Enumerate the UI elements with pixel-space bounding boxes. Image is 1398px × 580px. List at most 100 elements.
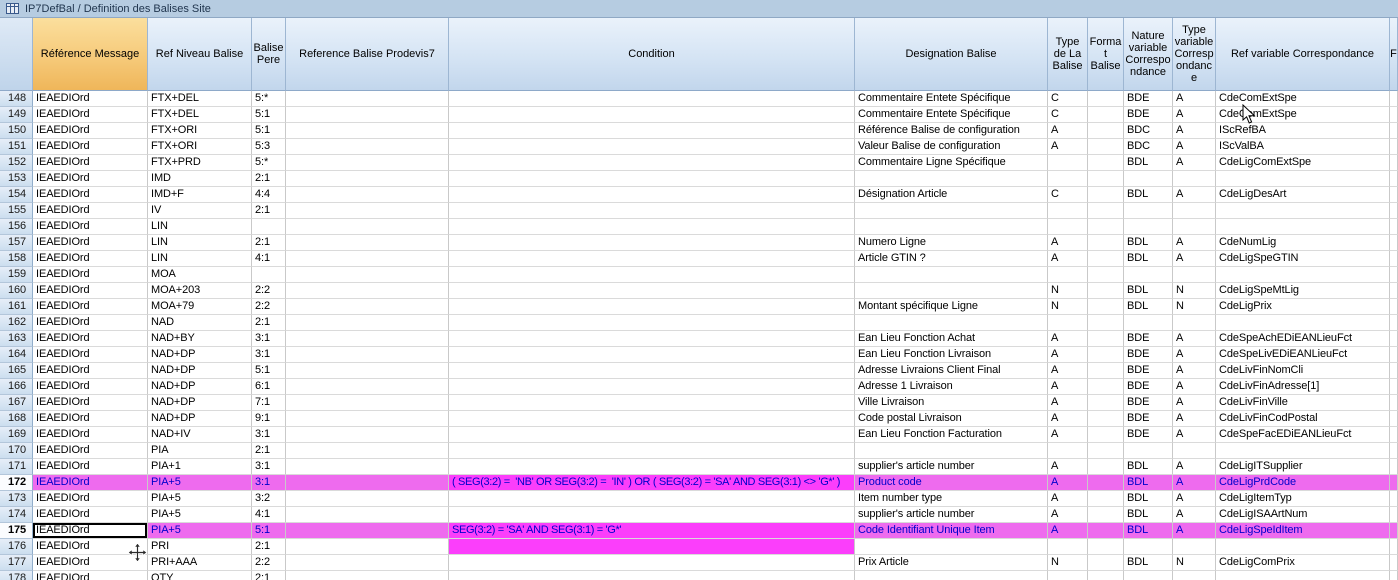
cell-condition[interactable] (449, 267, 855, 283)
cell-ref_message[interactable]: IEAEDIOrd (33, 171, 148, 187)
row-header-170[interactable]: 170 (0, 443, 33, 459)
cell-ref_balise_prodevis7[interactable] (286, 459, 449, 475)
cell-ref_niveau_balise[interactable]: NAD+DP (148, 395, 252, 411)
cell-ref_variable_correspondance[interactable]: CdeLigComPrix (1216, 555, 1390, 571)
row-header-159[interactable]: 159 (0, 267, 33, 283)
cell-ref_balise_prodevis7[interactable] (286, 283, 449, 299)
cell-type_de_la_balise[interactable]: A (1048, 139, 1088, 155)
cell-balise_pere[interactable]: 2:2 (252, 555, 286, 571)
cell-nature_variable_correspondance[interactable]: BDL (1124, 251, 1173, 267)
cell-type_de_la_balise[interactable]: A (1048, 427, 1088, 443)
cell-format_balise[interactable] (1088, 187, 1124, 203)
cell-type_de_la_balise[interactable] (1048, 219, 1088, 235)
cell-ref_variable_correspondance[interactable] (1216, 443, 1390, 459)
cell-type_variable_correspondance[interactable]: A (1173, 187, 1216, 203)
cell-type_variable_correspondance[interactable]: N (1173, 555, 1216, 571)
cell-ref_message[interactable]: IEAEDIOrd (33, 539, 148, 555)
cell-ref_balise_prodevis7[interactable] (286, 443, 449, 459)
row-header-150[interactable]: 150 (0, 123, 33, 139)
cell-type_de_la_balise[interactable]: C (1048, 107, 1088, 123)
cell-f[interactable] (1390, 347, 1398, 363)
row-header-175[interactable]: 175 (0, 523, 33, 539)
cell-format_balise[interactable] (1088, 315, 1124, 331)
cell-balise_pere[interactable]: 9:1 (252, 411, 286, 427)
cell-nature_variable_correspondance[interactable]: BDE (1124, 331, 1173, 347)
cell-format_balise[interactable] (1088, 443, 1124, 459)
cell-balise_pere[interactable] (252, 219, 286, 235)
cell-balise_pere[interactable]: 3:1 (252, 475, 286, 491)
cell-format_balise[interactable] (1088, 283, 1124, 299)
cell-type_variable_correspondance[interactable]: A (1173, 235, 1216, 251)
row-header-172[interactable]: 172 (0, 475, 33, 491)
row-header-149[interactable]: 149 (0, 107, 33, 123)
cell-f[interactable] (1390, 283, 1398, 299)
column-header-condition[interactable]: Condition (449, 18, 855, 91)
cell-balise_pere[interactable] (252, 267, 286, 283)
cell-f[interactable] (1390, 251, 1398, 267)
cell-condition[interactable] (449, 203, 855, 219)
cell-ref_niveau_balise[interactable]: PIA+5 (148, 507, 252, 523)
cell-condition[interactable] (449, 123, 855, 139)
cell-type_de_la_balise[interactable] (1048, 155, 1088, 171)
cell-nature_variable_correspondance[interactable]: BDE (1124, 427, 1173, 443)
cell-format_balise[interactable] (1088, 91, 1124, 107)
cell-ref_message[interactable]: IEAEDIOrd (33, 331, 148, 347)
row-header-156[interactable]: 156 (0, 219, 33, 235)
cell-format_balise[interactable] (1088, 171, 1124, 187)
cell-type_variable_correspondance[interactable] (1173, 203, 1216, 219)
cell-ref_message[interactable]: IEAEDIOrd (33, 555, 148, 571)
cell-nature_variable_correspondance[interactable]: BDL (1124, 235, 1173, 251)
cell-ref_balise_prodevis7[interactable] (286, 139, 449, 155)
cell-condition[interactable] (449, 507, 855, 523)
cell-condition[interactable] (449, 395, 855, 411)
cell-ref_message[interactable]: IEAEDIOrd (33, 507, 148, 523)
cell-ref_niveau_balise[interactable]: FTX+DEL (148, 91, 252, 107)
cell-condition[interactable] (449, 491, 855, 507)
cell-ref_niveau_balise[interactable]: NAD+DP (148, 363, 252, 379)
cell-condition[interactable] (449, 363, 855, 379)
cell-format_balise[interactable] (1088, 507, 1124, 523)
cell-nature_variable_correspondance[interactable]: BDL (1124, 187, 1173, 203)
cell-ref_niveau_balise[interactable]: MOA (148, 267, 252, 283)
cell-condition[interactable] (449, 427, 855, 443)
cell-ref_balise_prodevis7[interactable] (286, 91, 449, 107)
cell-ref_variable_correspondance[interactable] (1216, 571, 1390, 580)
cell-ref_variable_correspondance[interactable]: CdeLivFinVille (1216, 395, 1390, 411)
row-header-171[interactable]: 171 (0, 459, 33, 475)
cell-designation_balise[interactable]: Ville Livraison (855, 395, 1048, 411)
column-header-ref_balise_prodevis7[interactable]: Reference Balise Prodevis7 (286, 18, 449, 91)
cell-type_de_la_balise[interactable] (1048, 267, 1088, 283)
cell-type_variable_correspondance[interactable]: A (1173, 459, 1216, 475)
cell-ref_balise_prodevis7[interactable] (286, 475, 449, 491)
cell-nature_variable_correspondance[interactable]: BDE (1124, 91, 1173, 107)
cell-ref_variable_correspondance[interactable]: CdeLigPrdCode (1216, 475, 1390, 491)
cell-format_balise[interactable] (1088, 331, 1124, 347)
row-header-154[interactable]: 154 (0, 187, 33, 203)
cell-format_balise[interactable] (1088, 139, 1124, 155)
row-header-152[interactable]: 152 (0, 155, 33, 171)
cell-nature_variable_correspondance[interactable]: BDC (1124, 139, 1173, 155)
cell-f[interactable] (1390, 299, 1398, 315)
cell-balise_pere[interactable]: 5:* (252, 91, 286, 107)
cell-type_de_la_balise[interactable]: A (1048, 523, 1088, 539)
cell-designation_balise[interactable] (855, 267, 1048, 283)
cell-ref_balise_prodevis7[interactable] (286, 507, 449, 523)
cell-f[interactable] (1390, 491, 1398, 507)
row-header-161[interactable]: 161 (0, 299, 33, 315)
cell-ref_variable_correspondance[interactable]: CdeLigItemTyp (1216, 491, 1390, 507)
cell-designation_balise[interactable] (855, 171, 1048, 187)
cell-ref_variable_correspondance[interactable] (1216, 539, 1390, 555)
cell-balise_pere[interactable]: 2:2 (252, 283, 286, 299)
cell-f[interactable] (1390, 427, 1398, 443)
cell-condition[interactable]: SEG(3:2) = 'SA' AND SEG(3:1) = 'G*' (449, 523, 855, 539)
cell-type_variable_correspondance[interactable]: A (1173, 139, 1216, 155)
cell-ref_balise_prodevis7[interactable] (286, 363, 449, 379)
cell-type_variable_correspondance[interactable]: N (1173, 299, 1216, 315)
cell-format_balise[interactable] (1088, 395, 1124, 411)
cell-type_de_la_balise[interactable]: A (1048, 251, 1088, 267)
cell-ref_balise_prodevis7[interactable] (286, 187, 449, 203)
cell-type_variable_correspondance[interactable] (1173, 171, 1216, 187)
cell-ref_balise_prodevis7[interactable] (286, 299, 449, 315)
cell-format_balise[interactable] (1088, 251, 1124, 267)
cell-type_variable_correspondance[interactable]: A (1173, 107, 1216, 123)
